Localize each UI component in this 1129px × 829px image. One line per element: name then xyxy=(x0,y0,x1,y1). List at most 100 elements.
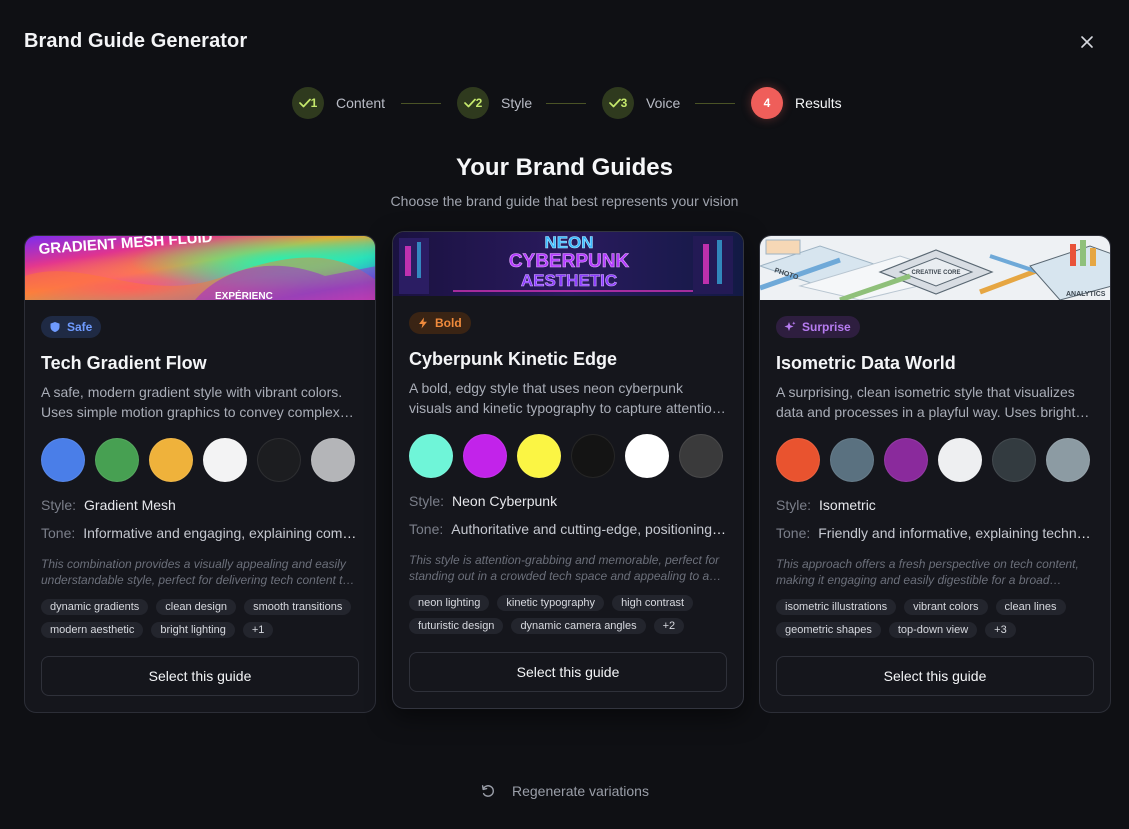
card-body: Bold Cyberpunk Kinetic Edge A bold, edgy… xyxy=(393,296,743,708)
tag: high contrast xyxy=(612,595,694,611)
step-connector xyxy=(546,103,586,104)
step-label: Content xyxy=(336,95,386,111)
color-palette xyxy=(776,438,1094,482)
tag: neon lighting xyxy=(409,595,490,611)
tone-label: Tone: xyxy=(409,521,444,537)
color-swatch[interactable] xyxy=(992,438,1036,482)
check-icon xyxy=(298,98,311,108)
step-content[interactable]: 1 Content xyxy=(292,87,385,119)
color-swatch[interactable] xyxy=(830,438,874,482)
image-caption: AESTHETIC xyxy=(521,271,617,290)
card-title: Isometric Data World xyxy=(776,353,956,373)
more-tags[interactable]: +3 xyxy=(985,622,1016,638)
shield-icon xyxy=(50,322,60,332)
color-swatch[interactable] xyxy=(679,434,723,478)
color-swatch[interactable] xyxy=(149,438,193,482)
page-title: Your Brand Guides xyxy=(456,154,673,181)
color-swatch[interactable] xyxy=(409,434,453,478)
color-swatch[interactable] xyxy=(571,434,615,478)
image-caption: ANALYTICS xyxy=(1066,291,1106,298)
card-description: A safe, modern gradient style with vibra… xyxy=(41,384,343,420)
select-guide-button[interactable]: Select this guide xyxy=(409,652,727,692)
tag: kinetic typography xyxy=(497,595,605,611)
tag-list: isometric illustrations vibrant colors c… xyxy=(776,599,1094,638)
bold-badge: Bold xyxy=(409,312,471,334)
select-guide-button[interactable]: Select this guide xyxy=(41,656,359,696)
select-guide-button[interactable]: Select this guide xyxy=(776,656,1094,696)
color-swatch[interactable] xyxy=(95,438,139,482)
step-label: Results xyxy=(795,95,842,111)
style-value: Gradient Mesh xyxy=(84,497,176,513)
card-body: Surprise Isometric Data World A surprisi… xyxy=(760,300,1110,712)
style-row: Style: Gradient Mesh xyxy=(41,495,359,515)
color-swatch[interactable] xyxy=(41,438,85,482)
tag: vibrant colors xyxy=(904,599,988,615)
color-swatch[interactable] xyxy=(517,434,561,478)
tag: clean lines xyxy=(995,599,1066,615)
tone-value: Friendly and informative, explaining tec… xyxy=(818,525,1094,541)
check-icon xyxy=(608,98,621,108)
color-swatch[interactable] xyxy=(257,438,301,482)
color-palette xyxy=(41,438,359,482)
tag: modern aesthetic xyxy=(41,622,144,638)
card-rationale: This combination provides a visually app… xyxy=(41,557,350,587)
tag: geometric shapes xyxy=(776,622,881,638)
step-number: 2 xyxy=(475,96,483,110)
close-icon xyxy=(1081,36,1093,48)
brand-guide-card: NEON CYBERPUNK AESTHETIC Bold Cyberpunk … xyxy=(392,231,744,709)
header: Brand Guide Generator xyxy=(24,30,1105,58)
refresh-icon xyxy=(481,785,494,797)
step-circle: 3 xyxy=(602,87,634,119)
tag: smooth transitions xyxy=(244,599,352,615)
card-title: Tech Gradient Flow xyxy=(41,353,207,373)
card-rationale: This style is attention-grabbing and mem… xyxy=(409,553,720,583)
step-circle: 1 xyxy=(292,87,324,119)
color-swatch[interactable] xyxy=(938,438,982,482)
step-style[interactable]: 2 Style xyxy=(457,87,532,119)
tag: bright lighting xyxy=(151,622,235,638)
color-swatch[interactable] xyxy=(203,438,247,482)
color-swatch[interactable] xyxy=(776,438,820,482)
badge-label: Bold xyxy=(435,316,462,330)
color-palette xyxy=(409,434,727,478)
image-caption: CREATIVE CORE xyxy=(912,270,961,276)
card-title: Cyberpunk Kinetic Edge xyxy=(409,349,618,369)
step-label: Voice xyxy=(646,95,681,111)
style-row: Style: Neon Cyberpunk xyxy=(409,491,727,511)
style-label: Style: xyxy=(41,497,77,513)
card-preview-image: PHOTO CREATIVE CORE ANALYTICS xyxy=(760,236,1110,300)
regenerate-button[interactable]: Regenerate variations xyxy=(0,783,1129,799)
tone-row: Tone: Authoritative and cutting-edge, pos… xyxy=(409,519,727,539)
step-number: 1 xyxy=(310,96,318,110)
page-subtitle: Choose the brand guide that best represe… xyxy=(390,193,739,209)
step-circle: 2 xyxy=(457,87,489,119)
color-swatch[interactable] xyxy=(884,438,928,482)
badge-label: Surprise xyxy=(802,320,851,334)
card-preview-image: NEON CYBERPUNK AESTHETIC xyxy=(393,232,743,296)
tone-row: Tone: Informative and engaging, explainin… xyxy=(41,523,359,543)
step-number: 3 xyxy=(620,96,628,110)
tone-value: Informative and engaging, explaining com… xyxy=(83,525,359,541)
more-tags[interactable]: +2 xyxy=(653,618,685,634)
step-connector xyxy=(401,103,441,104)
step-number: 4 xyxy=(763,96,771,110)
style-label: Style: xyxy=(409,493,445,509)
step-voice[interactable]: 3 Voice xyxy=(602,87,680,119)
image-caption: CYBERPUNK xyxy=(509,251,630,272)
tone-label: Tone: xyxy=(776,525,811,541)
cyberpunk-image: NEON CYBERPUNK AESTHETIC xyxy=(393,232,743,296)
tone-label: Tone: xyxy=(41,525,76,541)
color-swatch[interactable] xyxy=(311,438,355,482)
regenerate-label: Regenerate variations xyxy=(512,783,649,799)
step-results[interactable]: 4 Results xyxy=(751,87,842,119)
close-button[interactable] xyxy=(1077,32,1097,52)
gradient-mesh-image: GRADIENT MESH FLUID EXPÉRIENC xyxy=(25,236,375,300)
color-swatch[interactable] xyxy=(463,434,507,478)
color-swatch[interactable] xyxy=(625,434,669,478)
style-row: Style: Isometric xyxy=(776,495,1094,515)
color-swatch[interactable] xyxy=(1046,438,1090,482)
more-tags[interactable]: +1 xyxy=(242,622,274,638)
stepper: 1 Content 2 Style 3 Voice 4 Results xyxy=(0,87,1129,119)
tag: top-down view xyxy=(888,622,978,638)
brand-guide-card: GRADIENT MESH FLUID EXPÉRIENC Safe Tech … xyxy=(24,235,376,713)
